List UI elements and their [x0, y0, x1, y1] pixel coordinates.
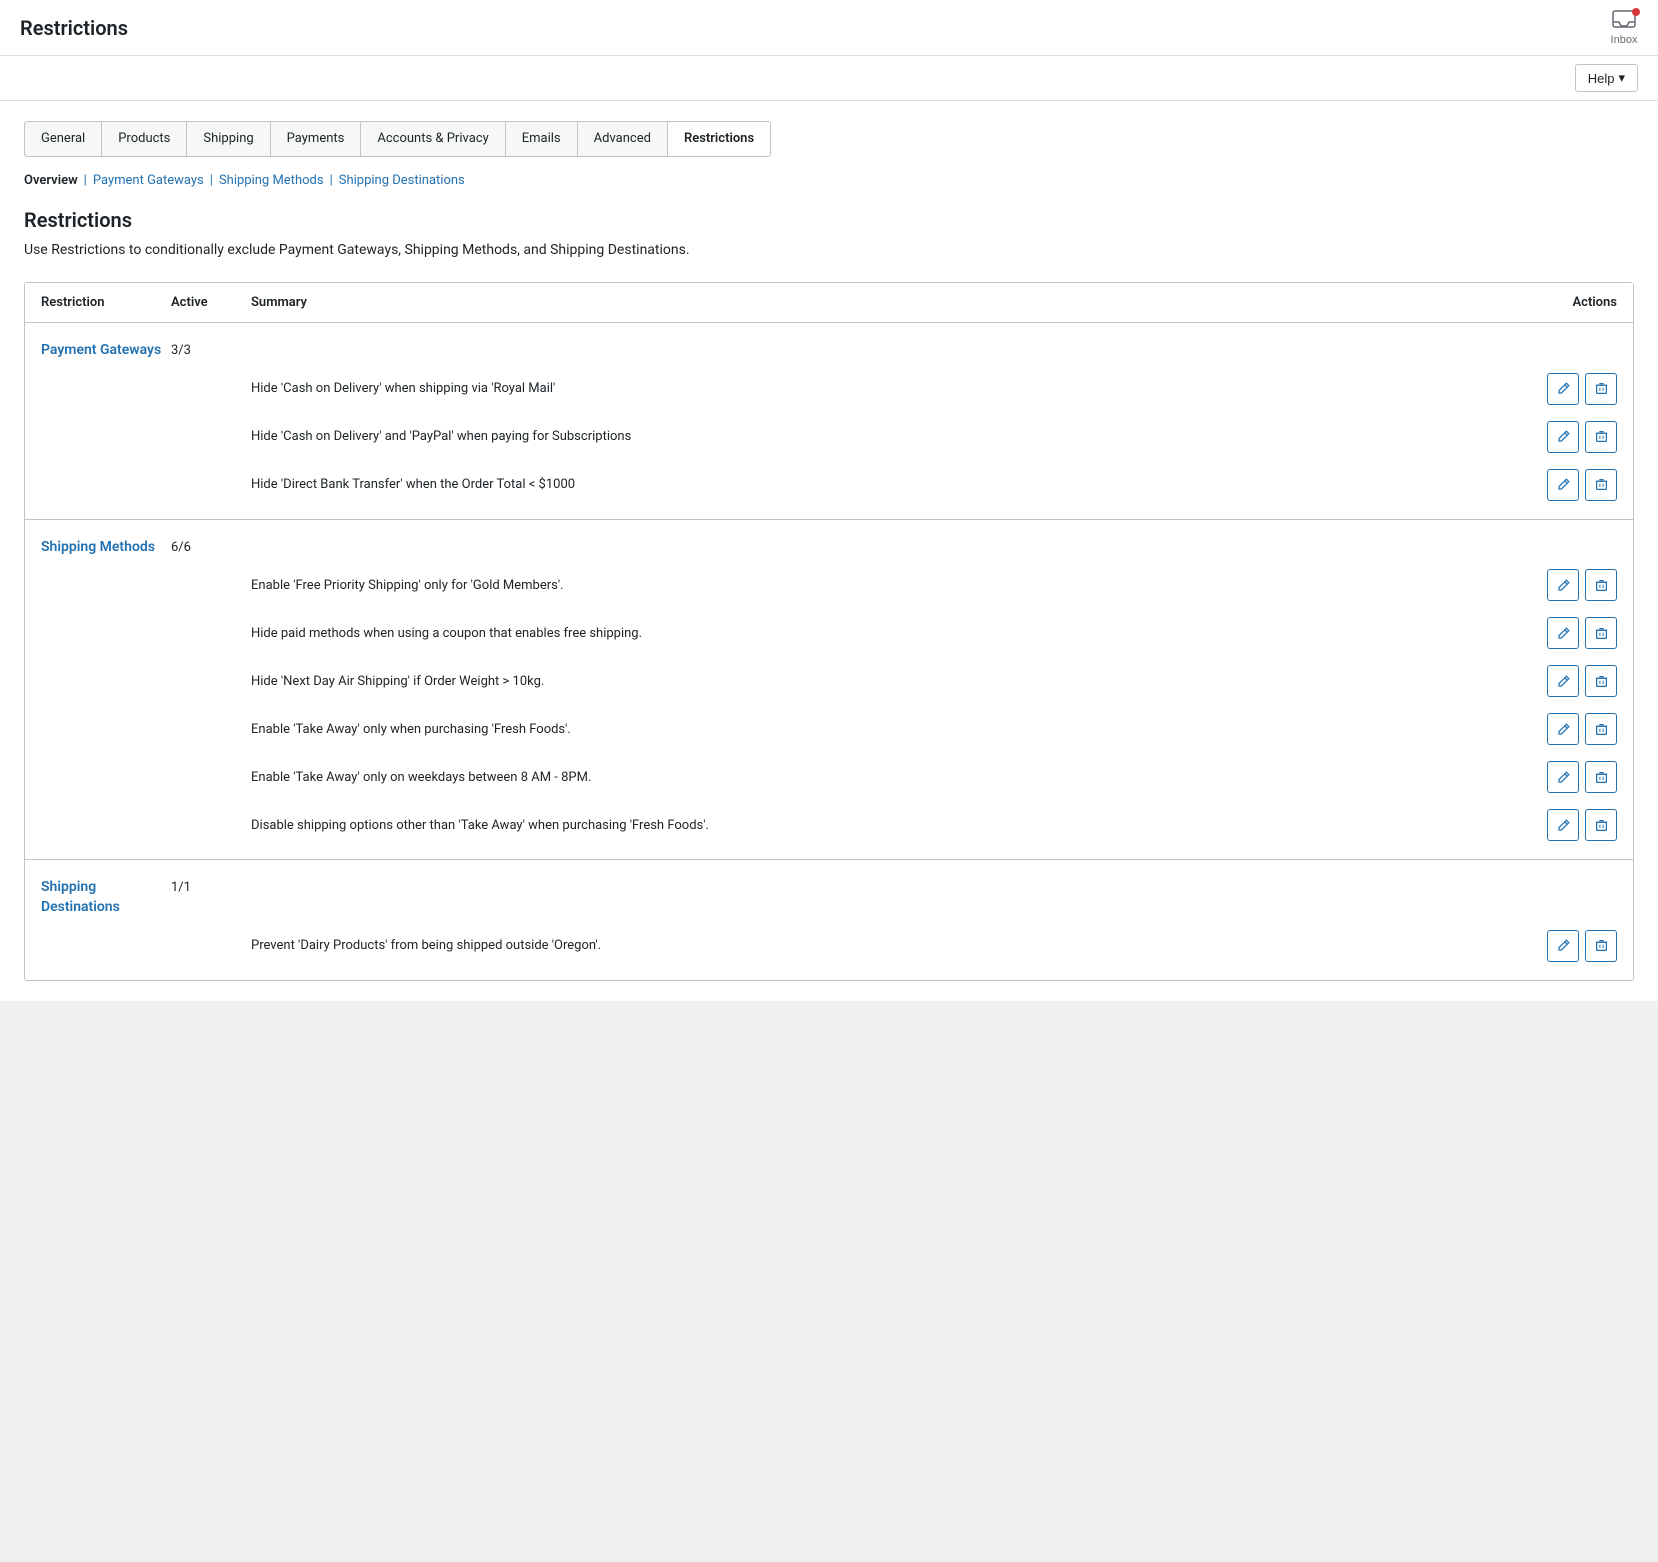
edit-button[interactable] [1547, 713, 1579, 745]
edit-button[interactable] [1547, 930, 1579, 962]
table-header: Restriction Active Summary Actions [25, 283, 1633, 323]
group-shipping-destinations: Shipping Destinations1/1 Prevent 'Dairy P… [25, 859, 1633, 979]
edit-button[interactable] [1547, 665, 1579, 697]
entry-summary-text: Enable 'Take Away' only on weekdays betw… [251, 768, 1497, 788]
restrictions-table: Restriction Active Summary Actions Payme… [24, 282, 1634, 980]
edit-button[interactable] [1547, 809, 1579, 841]
col-header-summary: Summary [251, 295, 1497, 310]
col-header-actions: Actions [1497, 295, 1617, 310]
restriction-entry: Prevent 'Dairy Products' from being ship… [25, 918, 1633, 980]
group-header-shipping-destinations: Shipping Destinations1/1 [25, 860, 1633, 917]
group-payment-gateways: Payment Gateways3/3 Hide 'Cash on Deliver… [25, 323, 1633, 519]
entry-actions [1497, 469, 1617, 501]
entry-summary-text: Hide 'Cash on Delivery' and 'PayPal' whe… [251, 427, 1497, 447]
delete-button[interactable] [1585, 569, 1617, 601]
delete-button[interactable] [1585, 713, 1617, 745]
delete-button[interactable] [1585, 665, 1617, 697]
group-name-shipping-methods[interactable]: Shipping Methods [41, 538, 171, 558]
table-body: Payment Gateways3/3 Hide 'Cash on Deliver… [25, 323, 1633, 979]
edit-button[interactable] [1547, 373, 1579, 405]
edit-button[interactable] [1547, 617, 1579, 649]
tab-accounts-privacy[interactable]: Accounts & Privacy [360, 121, 505, 157]
group-active-payment-gateways: 3/3 [171, 341, 251, 358]
help-bar: Help ▾ [0, 56, 1658, 101]
tab-payments[interactable]: Payments [270, 121, 362, 157]
delete-button[interactable] [1585, 617, 1617, 649]
entry-summary-text: Enable 'Take Away' only when purchasing … [251, 720, 1497, 740]
tab-advanced[interactable]: Advanced [577, 121, 668, 157]
entry-summary-text: Enable 'Free Priority Shipping' only for… [251, 576, 1497, 596]
entry-actions [1497, 761, 1617, 793]
subnav-item-payment-gateways[interactable]: Payment Gateways [93, 173, 204, 188]
restriction-entry: Disable shipping options other than 'Tak… [25, 801, 1633, 859]
entry-actions [1497, 665, 1617, 697]
tabs-container: GeneralProductsShippingPaymentsAccounts … [24, 121, 1634, 157]
group-active-shipping-destinations: 1/1 [171, 878, 251, 895]
entry-summary-text: Hide paid methods when using a coupon th… [251, 624, 1497, 644]
inbox-label: Inbox [1611, 34, 1638, 46]
col-header-active: Active [171, 295, 251, 310]
entry-summary-text: Hide 'Direct Bank Transfer' when the Ord… [251, 475, 1497, 495]
tab-products[interactable]: Products [101, 121, 187, 157]
inbox-badge [1632, 8, 1640, 16]
sub-nav: Overview | Payment Gateways | Shipping M… [24, 173, 1634, 188]
edit-button[interactable] [1547, 569, 1579, 601]
entry-summary-text: Hide 'Cash on Delivery' when shipping vi… [251, 379, 1497, 399]
entry-actions [1497, 373, 1617, 405]
entry-actions [1497, 421, 1617, 453]
sub-nav-separator: | [84, 173, 87, 188]
restriction-entry: Hide 'Cash on Delivery' and 'PayPal' whe… [25, 413, 1633, 461]
restrictions-heading: Restrictions [24, 208, 1634, 232]
page-title: Restrictions [20, 16, 128, 40]
delete-button[interactable] [1585, 809, 1617, 841]
sub-nav-separator: | [330, 173, 333, 188]
inbox-icon [1610, 10, 1638, 34]
restriction-entry: Hide paid methods when using a coupon th… [25, 609, 1633, 657]
chevron-down-icon: ▾ [1618, 70, 1625, 86]
entry-summary-text: Disable shipping options other than 'Tak… [251, 816, 1497, 836]
edit-button[interactable] [1547, 761, 1579, 793]
inbox-button[interactable]: Inbox [1610, 10, 1638, 46]
subnav-item-overview: Overview [24, 173, 78, 188]
sub-nav-separator: | [210, 173, 213, 188]
entry-actions [1497, 809, 1617, 841]
help-label: Help [1588, 71, 1615, 86]
entry-summary-text: Hide 'Next Day Air Shipping' if Order We… [251, 672, 1497, 692]
group-shipping-methods: Shipping Methods6/6 Enable 'Free Priority… [25, 519, 1633, 860]
restriction-entry: Hide 'Direct Bank Transfer' when the Ord… [25, 461, 1633, 519]
col-header-restriction: Restriction [41, 295, 171, 310]
group-header-shipping-methods: Shipping Methods6/6 [25, 520, 1633, 558]
subnav-item-shipping-methods[interactable]: Shipping Methods [219, 173, 324, 188]
tab-restrictions[interactable]: Restrictions [667, 121, 771, 157]
group-active-shipping-methods: 6/6 [171, 538, 251, 555]
delete-button[interactable] [1585, 761, 1617, 793]
subnav-item-shipping-destinations[interactable]: Shipping Destinations [339, 173, 465, 188]
entry-actions [1497, 617, 1617, 649]
main-content: GeneralProductsShippingPaymentsAccounts … [0, 101, 1658, 1001]
delete-button[interactable] [1585, 930, 1617, 962]
delete-button[interactable] [1585, 373, 1617, 405]
tab-general[interactable]: General [24, 121, 102, 157]
restriction-entry: Enable 'Free Priority Shipping' only for… [25, 557, 1633, 609]
page-description: Use Restrictions to conditionally exclud… [24, 242, 1634, 258]
restriction-entry: Hide 'Cash on Delivery' when shipping vi… [25, 361, 1633, 413]
delete-button[interactable] [1585, 421, 1617, 453]
tab-emails[interactable]: Emails [505, 121, 578, 157]
restriction-entry: Enable 'Take Away' only on weekdays betw… [25, 753, 1633, 801]
edit-button[interactable] [1547, 469, 1579, 501]
edit-button[interactable] [1547, 421, 1579, 453]
help-button[interactable]: Help ▾ [1575, 64, 1638, 92]
restriction-entry: Hide 'Next Day Air Shipping' if Order We… [25, 657, 1633, 705]
tab-shipping[interactable]: Shipping [186, 121, 270, 157]
restriction-entry: Enable 'Take Away' only when purchasing … [25, 705, 1633, 753]
group-name-shipping-destinations[interactable]: Shipping Destinations [41, 878, 171, 917]
delete-button[interactable] [1585, 469, 1617, 501]
entry-summary-text: Prevent 'Dairy Products' from being ship… [251, 936, 1497, 956]
top-bar: Restrictions Inbox [0, 0, 1658, 56]
entry-actions [1497, 930, 1617, 962]
group-header-payment-gateways: Payment Gateways3/3 [25, 323, 1633, 361]
entry-actions [1497, 569, 1617, 601]
group-name-payment-gateways[interactable]: Payment Gateways [41, 341, 171, 361]
entry-actions [1497, 713, 1617, 745]
